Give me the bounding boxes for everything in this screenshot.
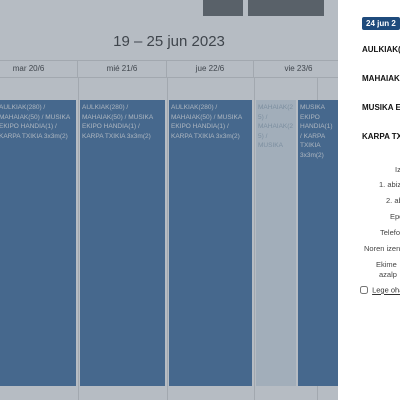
legal-notice-link[interactable]: Lege oha xyxy=(372,286,400,295)
day-header-tue[interactable]: mar 20/6 xyxy=(0,61,78,77)
form-label-on-behalf-of: Noren izen xyxy=(364,244,400,253)
calendar-event[interactable]: MUSIKA EKIPO HANDIA(1) / KARPA TXIKIA 3x… xyxy=(298,100,338,386)
form-label-event-description-cont: azalp xyxy=(379,270,397,279)
panel-event-title: AULKIAK(2 xyxy=(362,45,400,54)
legal-notice-checkbox-row[interactable]: Lege oha xyxy=(360,285,400,295)
thumbnail-image xyxy=(248,0,324,16)
form-label-surname-1: 1. abiz xyxy=(379,180,400,189)
form-label-email: Epo xyxy=(390,212,400,221)
calendar-event[interactable]: AULKIAK(280) / MAHAIAK(50) / MUSIKA EKIP… xyxy=(169,100,252,386)
day-header-wed[interactable]: mié 21/6 xyxy=(78,61,167,77)
legal-notice-checkbox[interactable] xyxy=(360,286,368,295)
event-detail-panel: 24 jun 2 AULKIAK(2 MAHAIAK( MUSIKA EI KA… xyxy=(338,0,400,400)
form-label-name: Iz xyxy=(395,165,400,174)
day-header-row: mar 20/6 mié 21/6 jue 22/6 vie 23/6 xyxy=(0,60,338,78)
day-header-thu[interactable]: jue 22/6 xyxy=(167,61,254,77)
calendar-event[interactable]: MAHAIAK(25) / MAHAIAK(25) / MUSIKA xyxy=(256,100,296,386)
form-label-phone: Telefo xyxy=(380,228,400,237)
thumbnail-image xyxy=(203,0,243,16)
panel-event-title: KARPA TXI xyxy=(362,132,400,141)
calendar-event[interactable]: AULKIAK(280) / MAHAIAK(50) / MUSIKA EKIP… xyxy=(0,100,76,386)
calendar-view: 19 – 25 jun 2023 mar 20/6 mié 21/6 jue 2… xyxy=(0,0,338,400)
panel-event-title: MAHAIAK( xyxy=(362,74,400,83)
form-label-event-description: Ekime xyxy=(376,260,397,269)
calendar-grid: AULKIAK(280) / MAHAIAK(50) / MUSIKA EKIP… xyxy=(0,77,338,400)
day-divider xyxy=(254,77,255,400)
day-header-fri[interactable]: vie 23/6 xyxy=(254,61,338,77)
calendar-event[interactable]: AULKIAK(280) / MAHAIAK(50) / MUSIKA EKIP… xyxy=(80,100,165,386)
calendar-title: 19 – 25 jun 2023 xyxy=(113,33,225,50)
day-divider xyxy=(167,77,168,400)
form-label-surname-2: 2. ab xyxy=(386,196,400,205)
day-divider xyxy=(78,77,79,400)
panel-event-title: MUSIKA EI xyxy=(362,103,400,112)
date-badge: 24 jun 2 xyxy=(362,17,400,30)
